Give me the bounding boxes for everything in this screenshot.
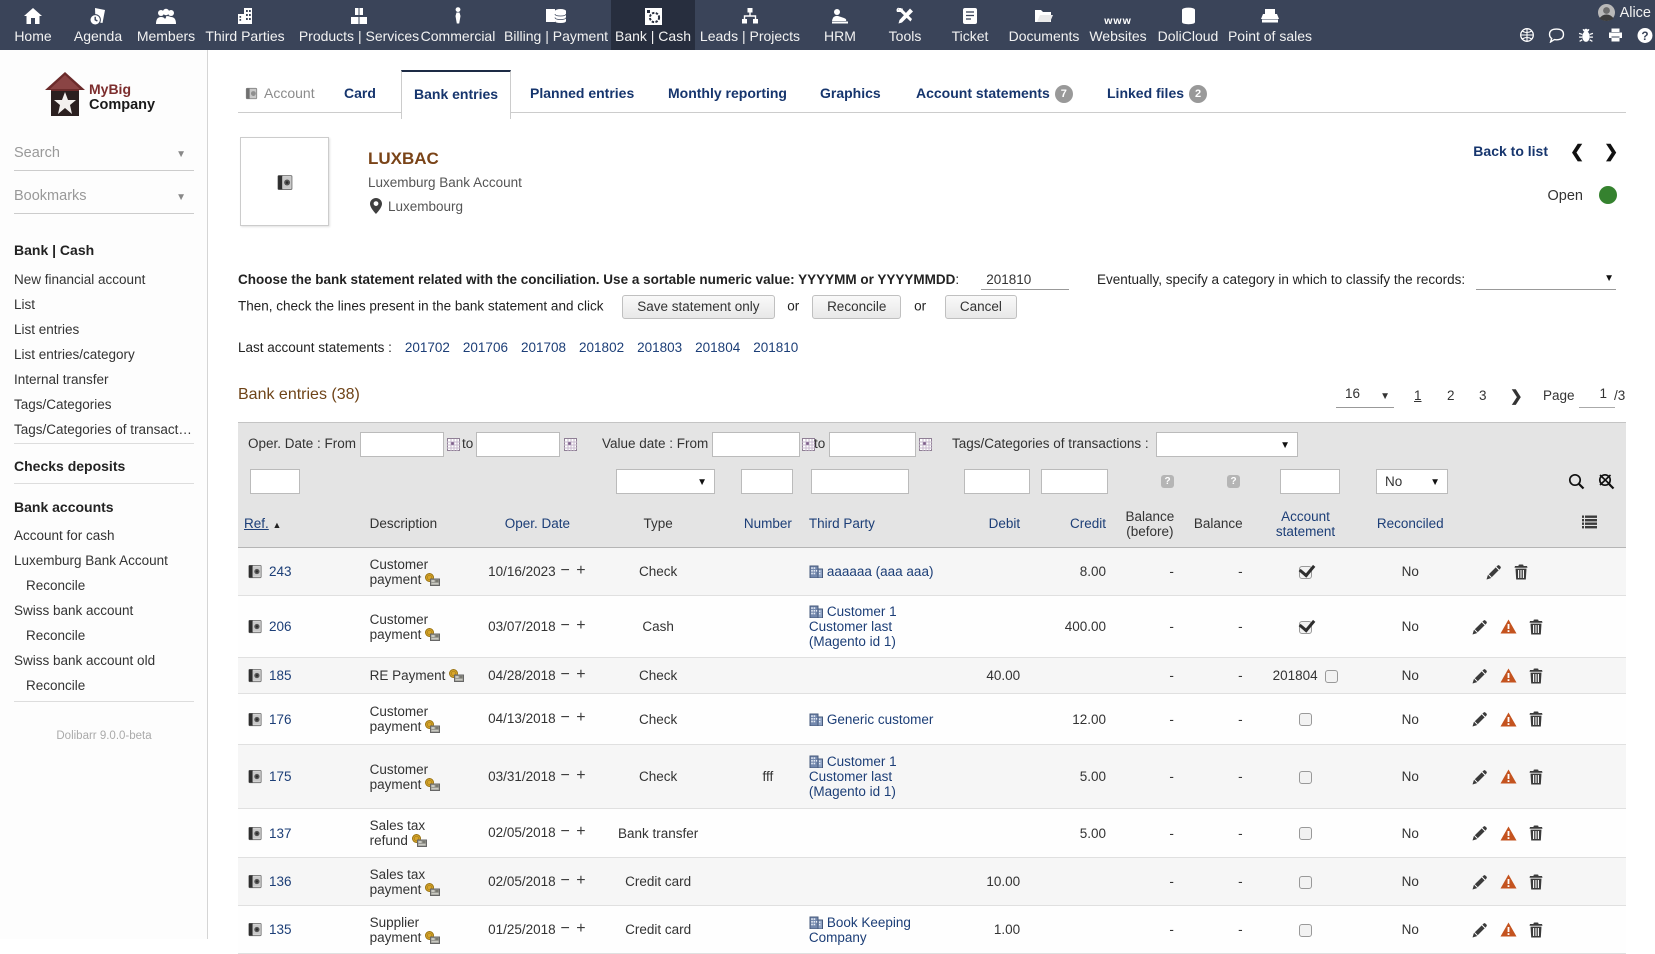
svg-text:Company: Company — [89, 97, 155, 113]
svg-text:MyBig: MyBig — [89, 81, 131, 97]
svg-text:?: ? — [1641, 30, 1648, 43]
